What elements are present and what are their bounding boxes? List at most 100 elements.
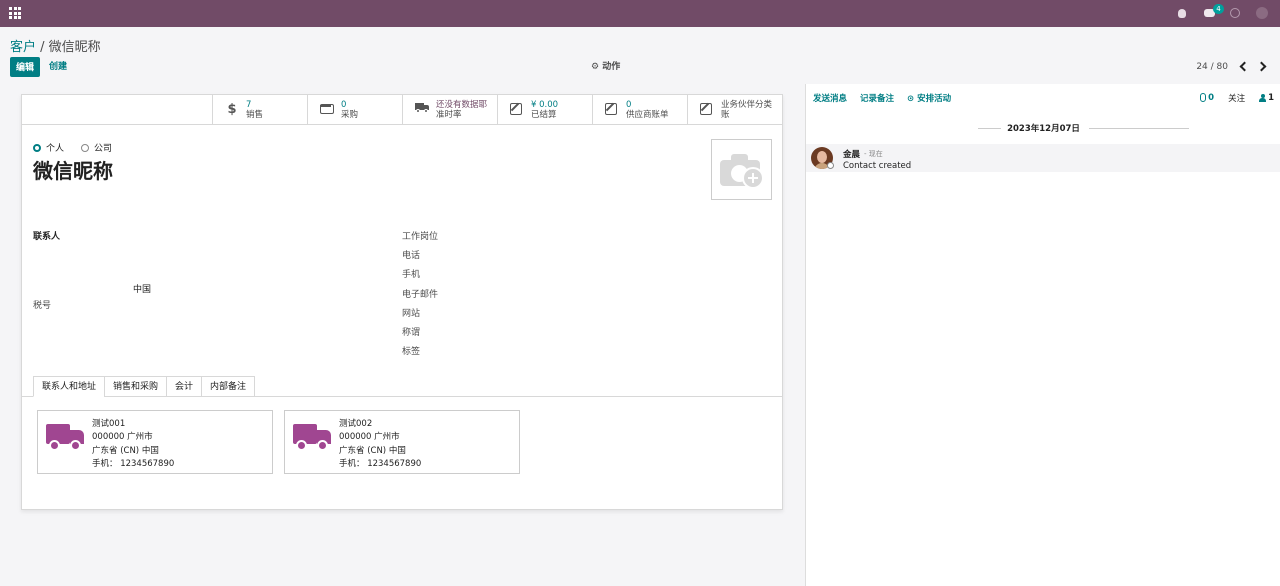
chatter-panel: 发送消息 记录备注 ⊙ 安排活动 0 关注 1 2023年12月07日 金晨 -… [805,84,1280,586]
camera-add-icon [720,154,764,189]
systray: 4 [1178,4,1268,21]
email-label: 电子邮件 [402,289,439,300]
contact-name: 测试002 [339,419,373,429]
tags-label: 标签 [402,347,421,358]
mobile-label: 手机 [402,270,421,281]
stat-value: 还没有数据耶 [436,100,488,110]
breadcrumb-parent[interactable]: 客户 [10,40,36,55]
create-button[interactable]: 创建 [49,57,67,77]
presence-status-icon [827,162,834,169]
contact-card[interactable]: 测试002 000000 广州市 广东省 (CN) 中国 手机： 1234567… [284,410,520,474]
individual-label: 个人 [46,144,65,154]
top-navbar: 4 [0,0,1280,27]
website-label: 网站 [402,308,421,319]
user-avatar-icon[interactable] [1256,7,1268,19]
dollar-icon: $ [227,102,237,117]
notebook-tabs: 联系人和地址 销售和采购 会计 内部备注 [33,376,256,397]
pager: 24 / 80 [1196,57,1268,77]
contact-card[interactable]: 测试001 000000 广州市 广东省 (CN) 中国 手机： 1234567… [37,410,273,474]
individual-radio[interactable] [33,143,41,152]
form-sheet: $ 7 销售 0 采购 还没有数据耶 准时率 ¥ 0.00 已结算 0 供应商账单 业务伙… [21,94,783,510]
tab-accounting[interactable]: 会计 [166,376,203,397]
sales-stat-button[interactable]: $ 7 销售 [212,95,307,125]
smart-button-box: $ 7 销售 0 采购 还没有数据耶 准时率 ¥ 0.00 已结算 0 供应商账单 业务伙… [22,95,782,125]
tab-internal-notes[interactable]: 内部备注 [201,376,256,397]
partner-ledger-stat-button[interactable]: 业务伙伴分类账 [687,95,782,125]
message-time: - 现在 [864,150,883,158]
title-label: 称谓 [402,327,421,338]
contact-label: 联系人 [33,232,61,242]
country-value: 中国 [133,285,152,295]
pager-value[interactable]: 24 / 80 [1196,62,1228,72]
tab-sales-purchase[interactable]: 销售和采购 [104,376,168,397]
schedule-activity-button[interactable]: ⊙ 安排活动 [907,92,951,104]
attachments-count: 0 [1208,93,1215,103]
stat-value: 0 [341,100,347,110]
send-message-button[interactable]: 发送消息 [813,92,847,104]
pager-previous-icon[interactable] [1238,60,1248,74]
stat-value: ¥ 0.00 [531,100,559,110]
truck-icon [415,103,429,117]
stat-value: 7 [246,100,252,110]
breadcrumb-current: 微信昵称 [48,40,101,55]
edit-icon [700,103,714,117]
messaging-badge: 4 [1213,4,1224,14]
company-radio[interactable] [81,143,90,152]
on-time-rate-stat-button[interactable]: 还没有数据耶 准时率 [402,95,497,125]
edit-button[interactable]: 编辑 [10,57,40,77]
contact-name: 测试001 [92,419,126,429]
credit-card-icon [320,103,334,117]
followers-button[interactable]: 1 [1259,93,1274,103]
contact-address-line1: 000000 广州市 [92,432,153,443]
job-position-label: 工作岗位 [402,232,439,242]
vat-label: 税号 [33,301,52,311]
chatter-topbar-right: 0 关注 1 [1200,92,1274,104]
contact-address-line2: 广东省 (CN) 中国 [92,445,159,456]
stat-label: 销售 [246,110,264,120]
follow-button[interactable]: 关注 [1228,92,1245,104]
edit-icon [605,103,619,117]
stat-value: 0 [626,100,632,110]
company-label: 公司 [94,144,113,154]
company-type-selector: 个人 公司 [33,141,112,154]
paperclip-icon [1200,93,1207,102]
messaging-icon[interactable]: 4 [1204,4,1224,19]
contact-address-line2: 广东省 (CN) 中国 [339,445,406,456]
delivery-truck-icon [293,421,333,455]
delivery-truck-icon [46,421,86,455]
stat-label: 业务伙伴分类账 [721,100,773,120]
stat-label: 准时率 [436,110,462,120]
message-body: Contact created [843,161,912,171]
edit-icon [510,103,524,117]
log-note-button[interactable]: 记录备注 [860,92,894,104]
chatter-topbar: 发送消息 记录备注 ⊙ 安排活动 [813,92,951,104]
invoiced-stat-button[interactable]: ¥ 0.00 已结算 [497,95,592,125]
contact-phone: 手机： 1234567890 [339,458,422,469]
pager-next-icon[interactable] [1258,60,1268,74]
partner-image-upload[interactable] [711,139,772,200]
followers-count: 1 [1268,93,1274,103]
stat-label: 采购 [341,110,359,120]
breadcrumb-separator: / [36,40,49,55]
contact-address-line1: 000000 广州市 [339,432,400,443]
breadcrumb: 客户 / 微信昵称 [10,36,101,55]
phone-label: 电话 [402,251,421,262]
apps-menu-icon[interactable] [9,7,21,19]
action-menu-button[interactable]: ⚙ 动作 [591,57,620,77]
vendor-bills-stat-button[interactable]: 0 供应商账单 [592,95,687,125]
purchase-stat-button[interactable]: 0 采购 [307,95,402,125]
contact-phone: 手机： 1234567890 [92,458,175,469]
activity-clock-icon[interactable] [1230,7,1242,19]
stat-label: 已结算 [531,110,557,120]
attachments-button[interactable]: 0 [1200,93,1214,103]
chatter-message: 金晨 - 现在 Contact created [806,144,1280,172]
right-field-labels: 工作岗位 电话 手机 电子邮件 网站 称谓 标签 [402,229,438,363]
tab-contacts-addresses[interactable]: 联系人和地址 [33,376,106,397]
message-author[interactable]: 金晨 [843,148,860,160]
partner-name: 微信昵称 [33,159,113,183]
stat-label: 供应商账单 [626,110,669,120]
followers-icon [1259,93,1267,102]
debug-icon[interactable] [1178,7,1190,19]
date-label: 2023年12月07日 [1001,124,1086,134]
date-separator: 2023年12月07日 [806,122,1280,134]
